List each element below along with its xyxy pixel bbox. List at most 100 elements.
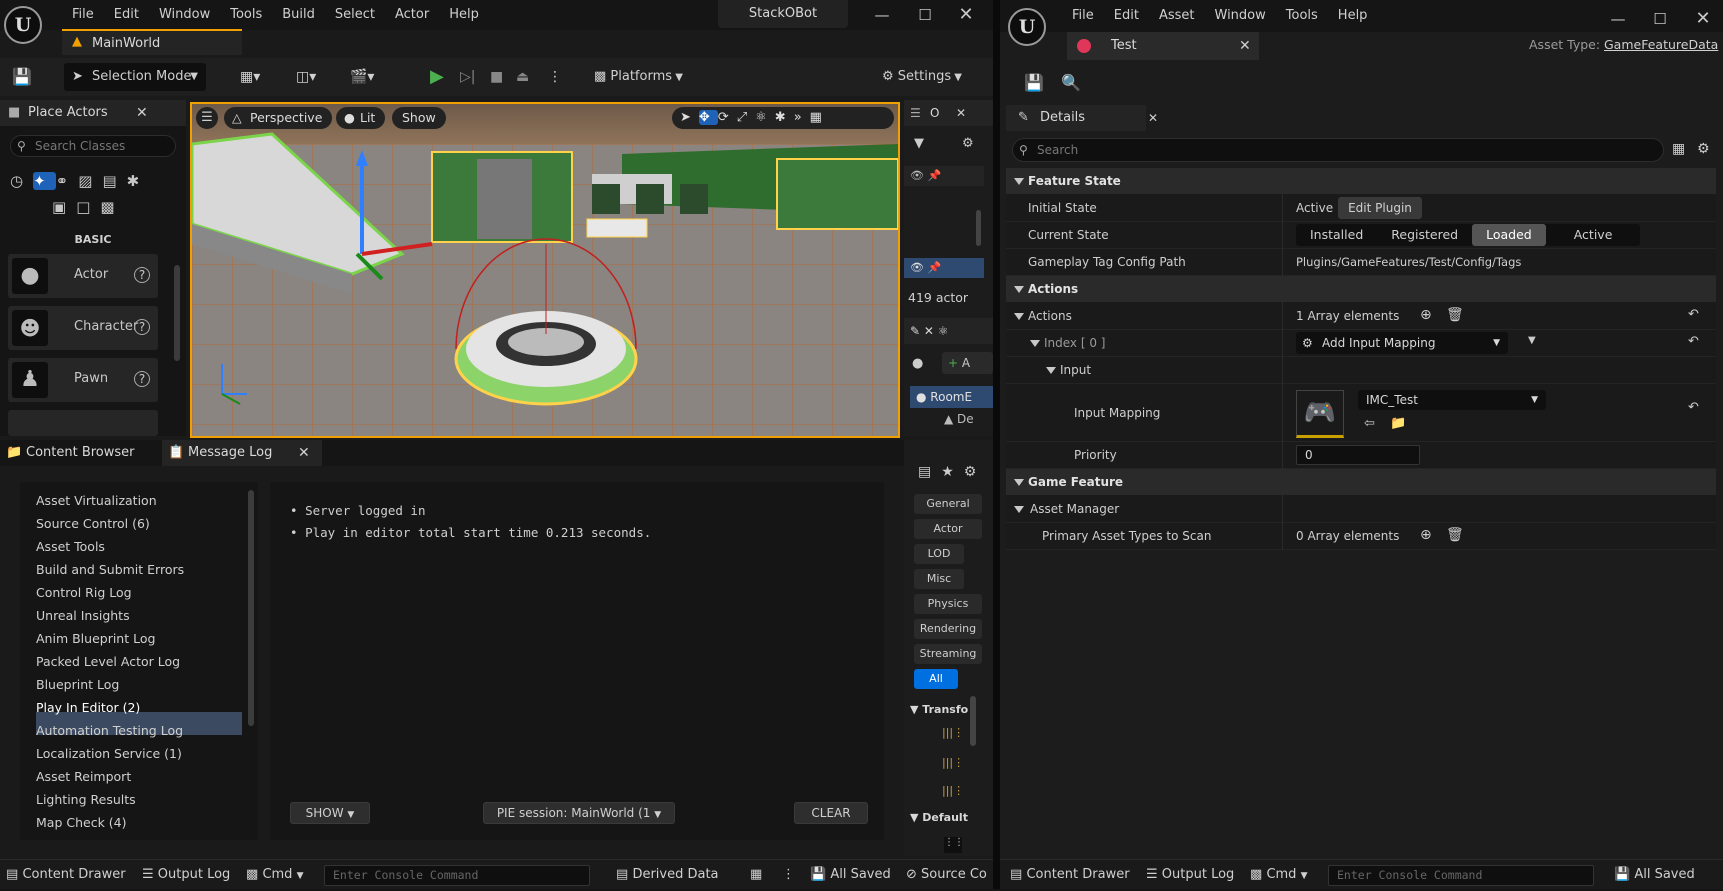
component-child-row[interactable]: ▲ De (944, 412, 974, 426)
more-icon[interactable]: » (794, 110, 810, 125)
details-search-input[interactable]: ⚲ Search (1012, 138, 1664, 162)
menu-help[interactable]: Help (439, 0, 489, 30)
volumes-icon[interactable]: □ (76, 198, 100, 216)
select-tool-icon[interactable]: ➤ (680, 110, 699, 125)
source-control-button[interactable]: ⊘ Source Co (906, 860, 987, 889)
help-icon[interactable]: ? (134, 319, 150, 335)
log-category-item[interactable]: Localization Service (1) (36, 743, 182, 764)
close-panel-icon[interactable]: ✕ (136, 100, 148, 126)
menu-window[interactable]: Window (1205, 1, 1276, 31)
step-icon[interactable]: ▷| (460, 63, 480, 91)
close-window-button[interactable]: ✕ (1683, 4, 1723, 34)
unreal-logo-icon[interactable]: U (4, 6, 42, 44)
scale-tool-icon[interactable]: ⤢ (737, 110, 755, 125)
feature-state-section[interactable]: Feature State (1006, 168, 1716, 195)
asset-type-link[interactable]: GameFeatureData (1604, 37, 1718, 52)
reset-icon[interactable]: ↶ (1688, 400, 1699, 415)
all-classes-icon[interactable]: ▩ (100, 198, 124, 216)
play-icon[interactable]: ▶ (430, 63, 450, 91)
delete-all-icon[interactable]: 🗑 (1446, 527, 1464, 543)
log-category-item[interactable]: Map Check (4) (36, 812, 127, 833)
table-icon[interactable]: ▤ (918, 464, 941, 480)
level-viewport[interactable]: ☰ △ Perspective ● Lit Show ➤✥⟳⤢⚛✱»▦ (190, 102, 900, 438)
minimize-button[interactable]: — (862, 0, 902, 30)
character-item[interactable]: ☻ Character ? (8, 306, 158, 350)
transform-rotation-icon[interactable]: |||⋮ (942, 756, 964, 769)
log-category-item[interactable]: Anim Blueprint Log (36, 628, 155, 649)
rotate-tool-icon[interactable]: ⟳ (718, 110, 737, 125)
save-icon[interactable]: 💾 (1022, 69, 1046, 97)
reset-icon[interactable]: ↶ (1688, 334, 1699, 349)
details-scrollbar[interactable] (970, 696, 976, 746)
pie-session-dropdown[interactable]: PIE session: MainWorld (1 ▼ (483, 802, 675, 824)
menu-actor[interactable]: Actor (385, 0, 439, 30)
move-tool-icon[interactable]: ✥ (698, 110, 718, 125)
column-splitter[interactable] (1282, 168, 1283, 550)
input-mapping-thumbnail[interactable]: 🎮 (1296, 390, 1344, 438)
lit-button[interactable]: ● Lit (336, 107, 386, 129)
derived-data-button[interactable]: ▤ Derived Data (616, 860, 719, 889)
console-command-input[interactable]: Enter Console Command (1328, 865, 1594, 886)
pawn-item[interactable]: ♟ Pawn ? (8, 358, 158, 402)
menu-tools[interactable]: Tools (220, 0, 272, 30)
show-button[interactable]: Show (392, 107, 446, 129)
content-drawer-button[interactable]: ▤ Content Drawer (1010, 860, 1130, 890)
close-tab-icon[interactable]: ✕ (1239, 32, 1251, 60)
basic-category-icon[interactable]: ✦ (33, 172, 56, 190)
category-scrollbar[interactable] (248, 490, 254, 726)
status-more-icon[interactable]: ⋮ (782, 860, 795, 889)
state-registered[interactable]: Registered (1377, 224, 1472, 246)
state-active[interactable]: Active (1546, 224, 1641, 246)
help-icon[interactable]: ? (134, 267, 150, 283)
show-filter-dropdown[interactable]: SHOW ▼ (290, 802, 370, 824)
filter-lod[interactable]: LOD (914, 544, 964, 564)
add-element-icon[interactable]: ⊕ (1420, 307, 1432, 323)
settings-dropdown[interactable]: ⚙ Settings ▼ (882, 63, 972, 91)
browse-asset-icon[interactable]: 📁 (1390, 416, 1406, 431)
world-icon[interactable]: ⚛ (755, 110, 775, 125)
snap-icon[interactable]: ✱ (775, 110, 794, 125)
test-asset-tab[interactable]: Test ✕ (1067, 32, 1259, 60)
transform-location-icon[interactable]: |||⋮ (942, 726, 964, 739)
edit-plugin-button[interactable]: Edit Plugin (1338, 197, 1422, 219)
outliner-options-icon[interactable]: ⚙ (962, 136, 974, 151)
log-category-item[interactable]: Build and Submit Errors (36, 559, 184, 580)
trace-icon[interactable]: ▦ (750, 860, 762, 889)
menu-file[interactable]: File (62, 0, 104, 30)
help-icon[interactable]: ? (134, 371, 150, 387)
filter-icon[interactable]: ▼ (914, 136, 924, 151)
priority-input[interactable]: 0 (1296, 445, 1420, 465)
maximize-button[interactable]: ☐ (1640, 4, 1680, 34)
menu-select[interactable]: Select (325, 0, 385, 30)
details-settings-icon[interactable]: ⚙ (1697, 141, 1710, 157)
log-category-item[interactable]: Automation Testing Log (36, 720, 183, 741)
level-tab[interactable]: ▲ MainWorld (62, 29, 242, 55)
reset-icon[interactable]: ↶ (1688, 307, 1699, 322)
outliner-scrollbar[interactable] (976, 210, 981, 246)
filter-general[interactable]: General (914, 494, 982, 514)
filter-actor[interactable]: Actor (914, 519, 982, 539)
maximize-button[interactable]: ☐ (905, 0, 945, 30)
log-category-item[interactable]: Blueprint Log (36, 674, 119, 695)
content-browser-tab[interactable]: 📁 Content Browser (0, 440, 145, 466)
input-category-row[interactable]: Input (1006, 357, 1716, 384)
menu-window[interactable]: Window (149, 0, 220, 30)
log-category-item[interactable]: Lighting Results (36, 789, 136, 810)
state-installed[interactable]: Installed (1296, 224, 1377, 246)
all-saved-button[interactable]: 💾 All Saved (1614, 860, 1695, 890)
recent-icon[interactable]: ◷ (10, 172, 33, 190)
cinematics-button[interactable]: 🎬▾ (350, 63, 390, 91)
state-loaded[interactable]: Loaded (1472, 224, 1546, 246)
search-classes-input[interactable]: ⚲ Search Classes (10, 135, 176, 157)
message-log-tab[interactable]: 📋 Message Log ✕ (162, 440, 322, 466)
log-category-item[interactable]: Unreal Insights (36, 605, 130, 626)
default-section[interactable]: ▼ Default (910, 808, 968, 828)
menu-edit[interactable]: Edit (104, 0, 149, 30)
favorite-star-icon[interactable]: ★ (941, 464, 964, 480)
more-options-icon[interactable]: ⋮ (548, 63, 562, 91)
filter-misc[interactable]: Misc (914, 569, 964, 589)
add-element-icon[interactable]: ⊕ (1420, 527, 1432, 543)
unreal-logo-icon[interactable]: U (1008, 8, 1046, 46)
log-category-item[interactable]: Asset Virtualization (36, 490, 157, 511)
output-log-button[interactable]: ☰ Output Log (142, 860, 230, 889)
